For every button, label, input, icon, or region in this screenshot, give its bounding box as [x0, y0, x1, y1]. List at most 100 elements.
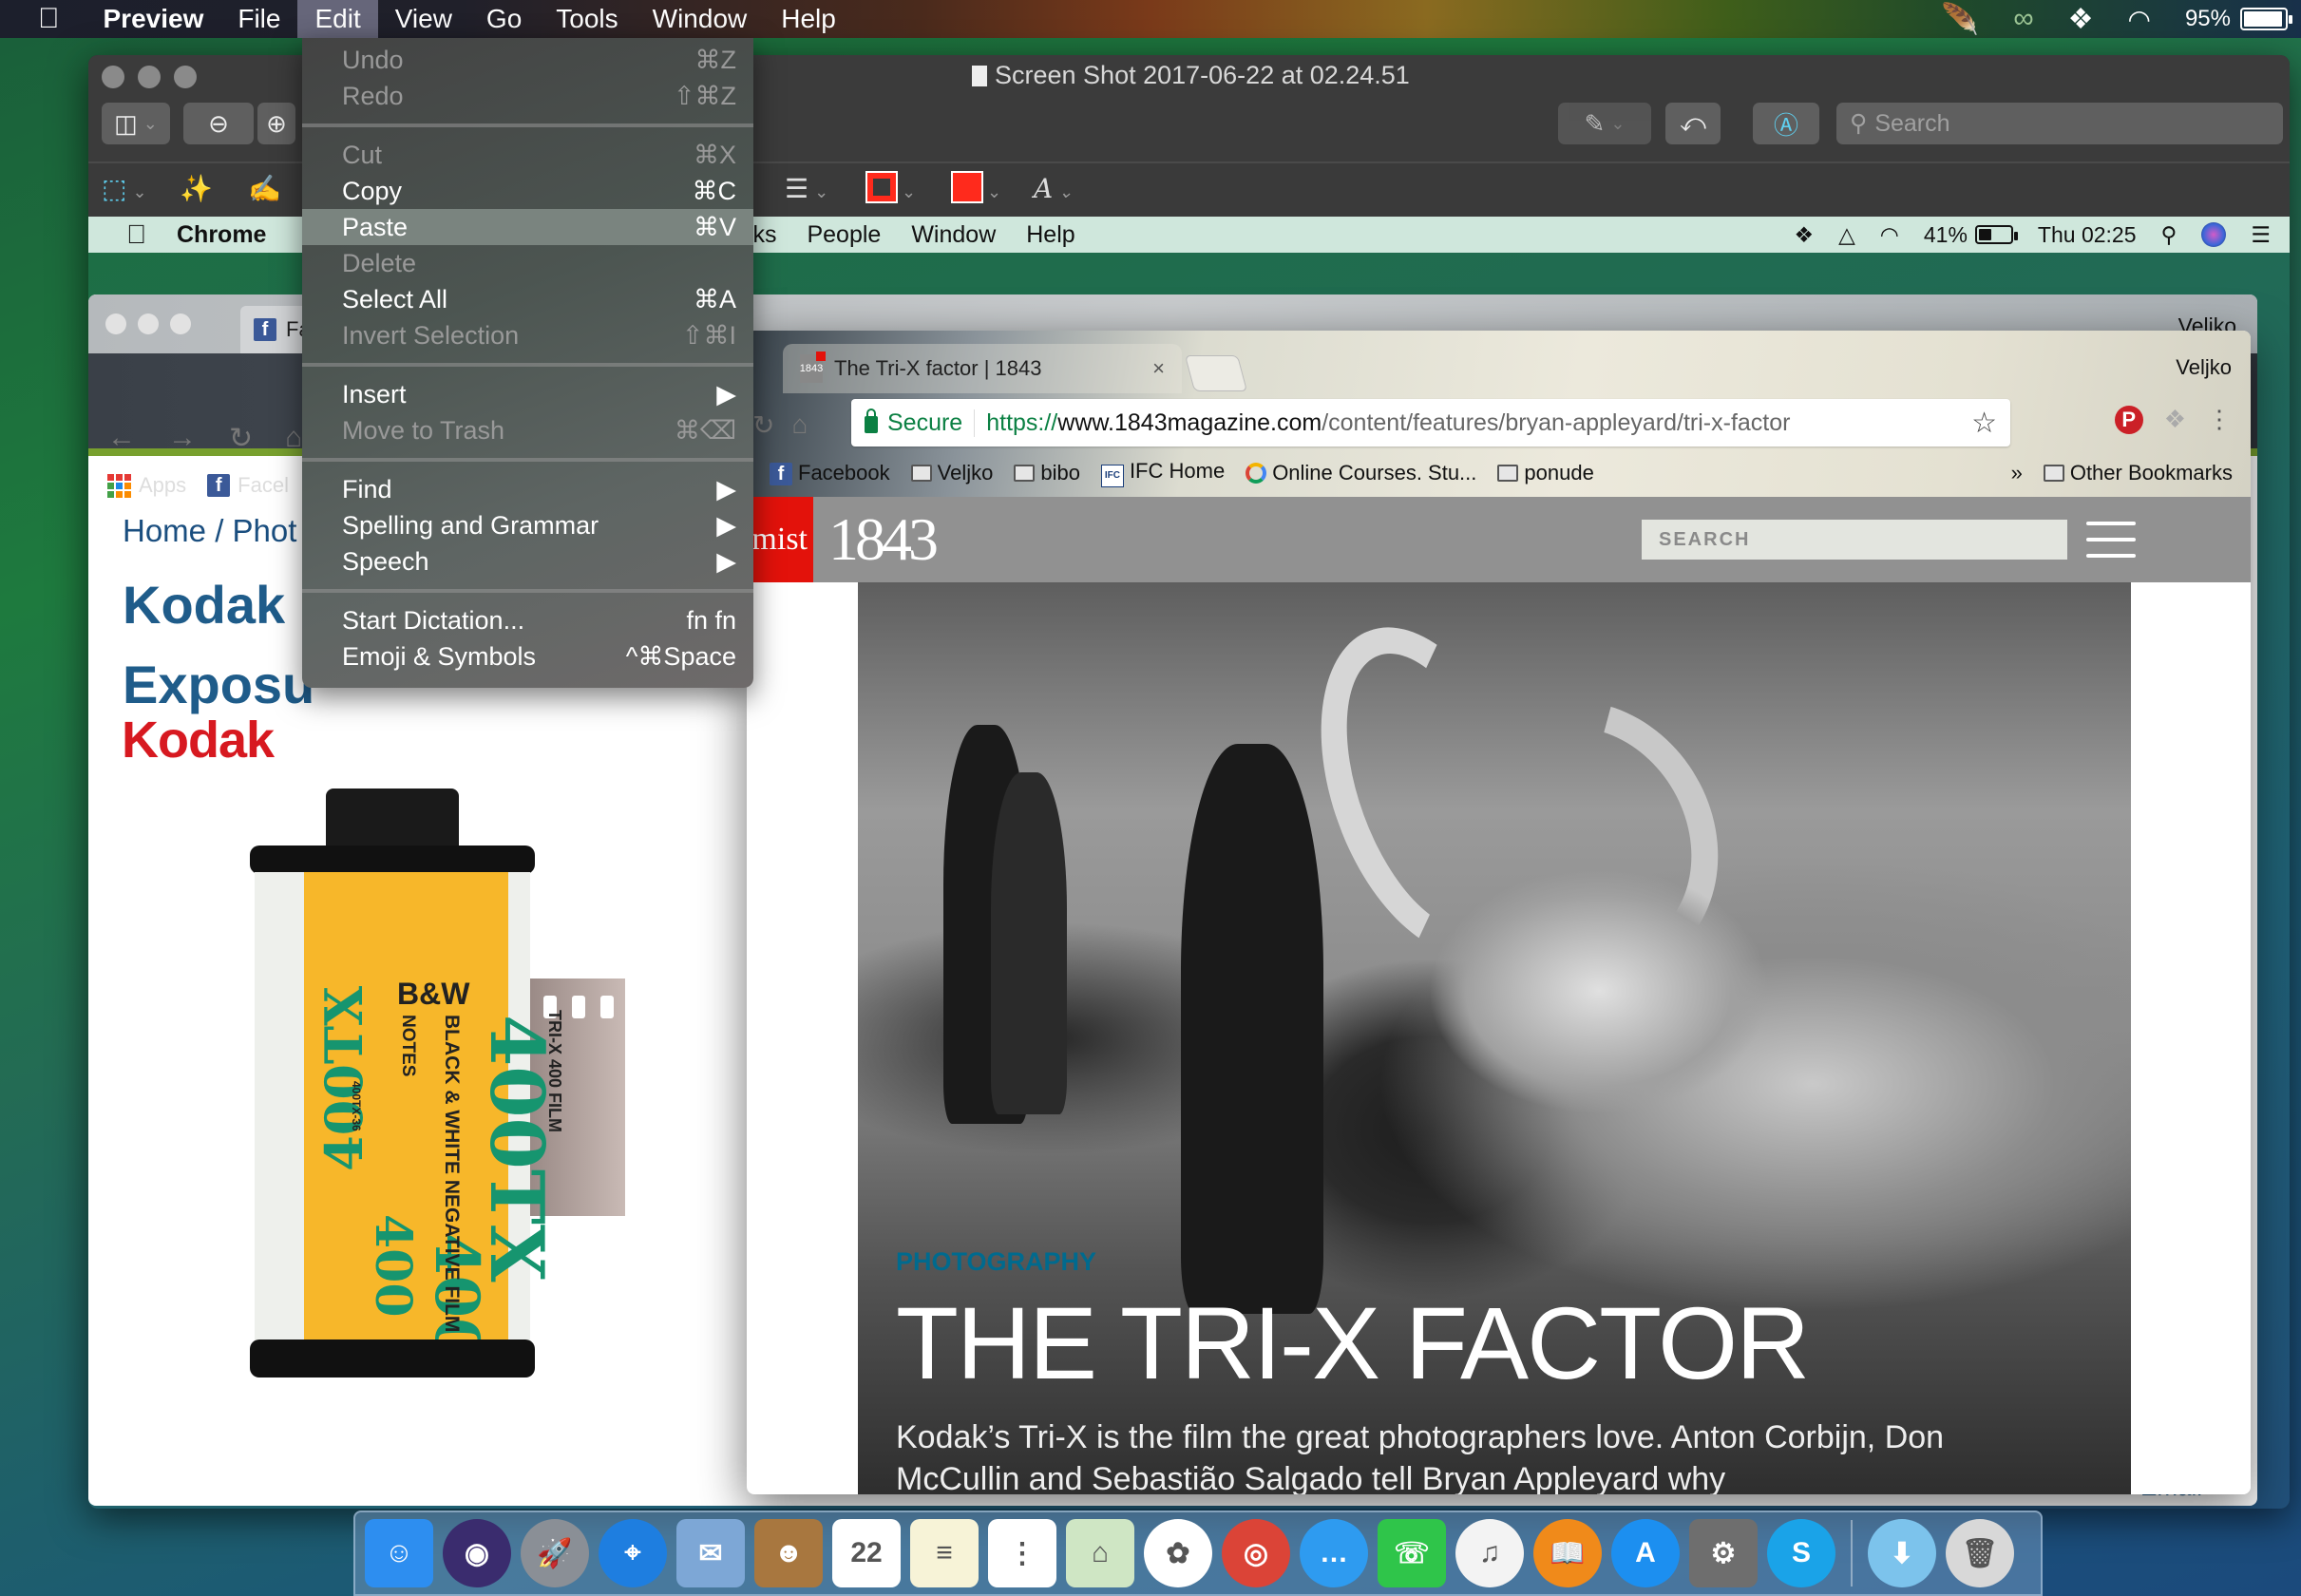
menu-item-paste[interactable]: Paste ⌘V [302, 209, 753, 245]
menu-window[interactable]: Window [636, 0, 765, 38]
menu-item-shortcut: ⌘Z [694, 45, 737, 74]
dropbox-icon[interactable]: ❖ [2068, 3, 2094, 36]
creative-cloud-icon[interactable]: ∞ [2013, 3, 2033, 35]
menu-file[interactable]: File [220, 0, 297, 38]
menu-help[interactable]: Help [764, 0, 853, 38]
dock-glyph: ≡ [936, 1537, 953, 1568]
siri-icon[interactable]: ◉ [443, 1519, 511, 1587]
line-style-tool[interactable]: ☰ ⌄ [785, 173, 828, 204]
menu-item-shortcut: fn fn [686, 605, 736, 635]
edit-menu: Undo ⌘Z Redo ⇧⌘Z Cut ⌘X Copy ⌘C Paste ⌘V Delete Sel… [302, 38, 753, 688]
menu-item-insert[interactable]: Insert ▶ [302, 376, 753, 412]
bookmark-label: Facebook [798, 460, 890, 484]
feather-icon[interactable]: 🪶 [1941, 1, 1979, 37]
menu-item-speech[interactable]: Speech ▶ [302, 543, 753, 580]
zoom-in-button[interactable]: ⊕ [257, 103, 295, 144]
menu-tools[interactable]: Tools [539, 0, 635, 38]
menu-item-move-to-trash: Move to Trash ⌘⌫ [302, 412, 753, 448]
menu-item-spelling-and-grammar[interactable]: Spelling and Grammar ▶ [302, 507, 753, 543]
safari-icon[interactable]: ⌖ [599, 1519, 667, 1587]
magazine-tab: 1843 The Tri-X factor | 1843 × [783, 344, 1182, 393]
bookmark-facebook: f Facebook [770, 461, 890, 485]
zoom-button[interactable] [174, 66, 197, 88]
rotate-button[interactable]: ⤺ [1665, 103, 1721, 144]
rect-select-tool[interactable]: ⬚ ⌄ [102, 173, 147, 204]
fill-color-icon [951, 171, 983, 203]
trash-icon[interactable]: 🗑 [1946, 1519, 2014, 1587]
system-preferences-icon[interactable]: ⚙ [1689, 1519, 1758, 1587]
markup-pen-button[interactable]: ✎ ⌄ [1558, 103, 1651, 144]
bookmark-veljko: Veljko [910, 460, 994, 485]
mail-icon[interactable]: ✉ [676, 1519, 745, 1587]
search-field[interactable]: ⚲ Search [1836, 103, 2283, 144]
folder-icon [2043, 464, 2064, 482]
site-search-input: SEARCH [1642, 520, 2067, 560]
inner-menu-help: Help [1006, 220, 1074, 248]
status-area: 🪶 ∞ ❖ ◠ 95% [1941, 0, 2292, 38]
messages-icon[interactable]: … [1300, 1519, 1368, 1587]
minimize-button[interactable] [138, 66, 161, 88]
extension-icons: P ❖ ⋮ [2114, 405, 2232, 434]
menu-item-label: Insert [342, 379, 407, 408]
menu-go[interactable]: Go [469, 0, 539, 38]
ibooks-icon[interactable]: 📖 [1533, 1519, 1602, 1587]
battery-level-fill [1978, 229, 1992, 240]
inner-status-area: ❖ △ ◠ 41% Thu 02:25 ⚲ ☰ [1794, 217, 2271, 253]
secure-indicator: Secure [865, 408, 976, 437]
facetime-icon[interactable]: ☏ [1378, 1519, 1446, 1587]
dock-separator [1851, 1520, 1853, 1586]
maps-icon[interactable]: ⌂ [1066, 1519, 1134, 1587]
app-store-icon[interactable]: A [1611, 1519, 1680, 1587]
battery-icon[interactable] [2240, 8, 2292, 30]
bookmark-label: Veljko [937, 460, 994, 484]
annotate-button[interactable]: Ⓐ [1753, 103, 1819, 144]
menu-edit[interactable]: Edit [297, 0, 378, 38]
sketch-tool[interactable]: ✍ [248, 173, 281, 204]
menu-item-select-all[interactable]: Select All ⌘A [302, 281, 753, 317]
new-tab-button [1184, 355, 1248, 391]
dock-glyph: ♫ [1478, 1537, 1501, 1568]
notes-icon[interactable]: ≡ [910, 1519, 979, 1587]
reminders-icon[interactable]: ⋮ [988, 1519, 1056, 1587]
menu-item-copy[interactable]: Copy ⌘C [302, 173, 753, 209]
profile-name: Veljko [2176, 355, 2232, 379]
calendar-icon[interactable]: 22 [832, 1519, 901, 1587]
skype-icon[interactable]: S [1767, 1519, 1835, 1587]
itunes-icon[interactable]: ♫ [1455, 1519, 1524, 1587]
photos-icon[interactable]: ✿ [1144, 1519, 1212, 1587]
apple-logo-icon[interactable]:  [0, 3, 86, 35]
submenu-arrow-icon: ▶ [716, 474, 736, 504]
downloads-folder-icon[interactable]: ⬇ [1868, 1519, 1936, 1587]
photo-figure [991, 772, 1067, 1114]
dock-glyph: A [1635, 1537, 1656, 1568]
folder-icon [1497, 464, 1519, 482]
launchpad-icon[interactable]: 🚀 [521, 1519, 589, 1587]
border-color-tool[interactable]: ⌄ [865, 171, 917, 204]
page-margin [2131, 582, 2251, 1494]
close-button[interactable] [102, 66, 124, 88]
fill-color-tool[interactable]: ⌄ [951, 171, 1001, 204]
close-button [105, 314, 126, 334]
dock-glyph: ⋮ [1008, 1537, 1036, 1569]
text-style-tool[interactable]: A ⌄ [1034, 173, 1073, 204]
menu-item-start-dictation[interactable]: Start Dictation... fn fn [302, 602, 753, 638]
menu-item-shortcut: ⌘A [693, 284, 736, 314]
menu-item-shortcut: ⌘V [693, 212, 736, 241]
instant-alpha-tool[interactable]: ✨ [180, 173, 213, 204]
zoom-out-button[interactable]: ⊖ [183, 103, 254, 144]
chevron-down-icon: ⌄ [902, 182, 917, 201]
wifi-icon[interactable]: ◠ [2128, 4, 2151, 35]
contacts-icon[interactable]: ☻ [754, 1519, 823, 1587]
label-trix: TRI-X 400 FILM [545, 1010, 564, 1133]
sidebar-toggle-button[interactable]: ◫ ⌄ [102, 103, 170, 144]
finder-icon[interactable]: ☺ [365, 1519, 433, 1587]
menu-view[interactable]: View [378, 0, 469, 38]
home-icon: ⌂ [791, 409, 808, 439]
chrome-icon[interactable]: ◎ [1222, 1519, 1290, 1587]
bookmark-other: Other Bookmarks [2043, 461, 2233, 485]
bookmark-apps: Apps [139, 473, 187, 497]
menu-app-preview[interactable]: Preview [86, 0, 221, 38]
menu-item-emoji-symbols[interactable]: Emoji & Symbols ^⌘Space [302, 638, 753, 674]
chevron-down-icon: ⌄ [1610, 113, 1626, 133]
menu-item-find[interactable]: Find ▶ [302, 471, 753, 507]
